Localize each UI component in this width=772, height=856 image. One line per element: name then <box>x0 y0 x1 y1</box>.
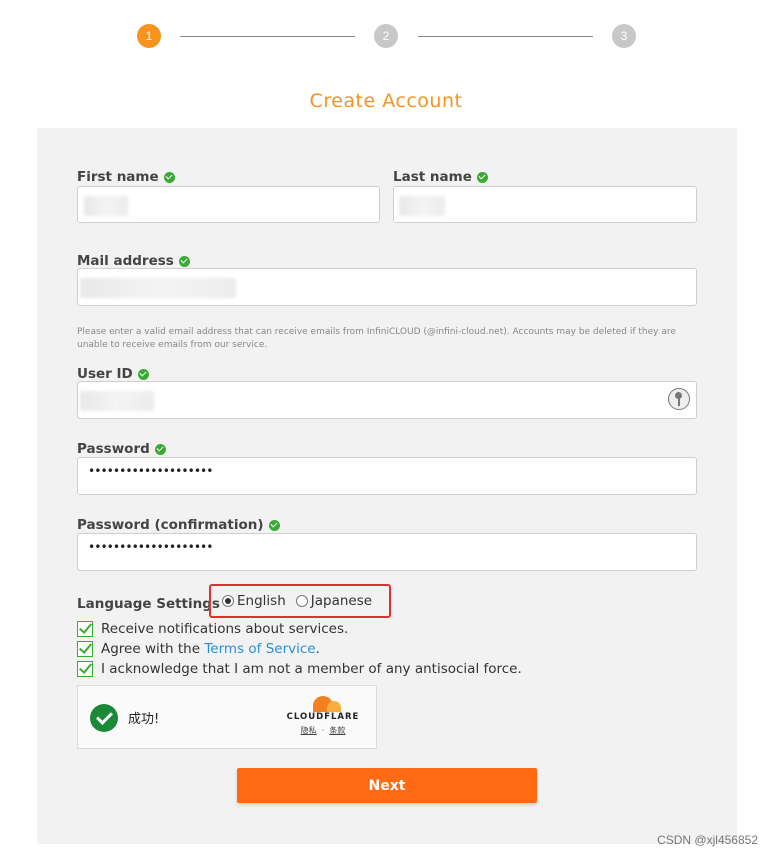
captcha-status: 成功! <box>128 712 160 727</box>
user-id-field[interactable] <box>77 381 697 419</box>
progress-stepper: 1 2 3 <box>0 24 772 48</box>
terms-link[interactable]: 条款 <box>329 726 345 735</box>
user-id-suggest-icon[interactable] <box>668 388 690 410</box>
cloudflare-logo: CLOUDFLARE 隐私 · 条款 <box>283 696 363 744</box>
success-check-icon <box>90 704 118 732</box>
password-confirm-field[interactable]: •••••••••••••••••••• <box>77 533 697 571</box>
redacted-value <box>80 278 236 298</box>
valid-check-icon <box>163 171 175 183</box>
radio-unselected-icon[interactable] <box>295 595 308 607</box>
checkbox-checked-icon[interactable] <box>77 661 93 677</box>
valid-check-icon <box>268 519 280 531</box>
terms-checkbox-row[interactable]: Agree with the Terms of Service. <box>77 640 320 658</box>
language-label: Language Settings <box>77 596 220 612</box>
checkbox-checked-icon[interactable] <box>77 621 93 637</box>
notifications-checkbox-row[interactable]: Receive notifications about services. <box>77 620 348 638</box>
watermark: CSDN @xjl456852 <box>657 833 758 847</box>
terms-of-service-link[interactable]: Terms of Service <box>204 641 315 657</box>
checkbox-checked-icon[interactable] <box>77 641 93 657</box>
last-name-label: Last name <box>393 169 488 185</box>
last-name-field[interactable] <box>393 186 697 223</box>
step-2: 2 <box>374 24 398 48</box>
page-title: Create Account <box>309 90 463 112</box>
radio-selected-icon[interactable] <box>222 595 234 607</box>
step-1: 1 <box>137 24 161 48</box>
language-option-english[interactable]: English <box>222 593 286 609</box>
valid-check-icon <box>178 255 190 267</box>
step-connector <box>418 36 593 37</box>
password-label: Password <box>77 441 166 457</box>
valid-check-icon <box>154 443 166 455</box>
privacy-link[interactable]: 隐私 <box>301 726 317 735</box>
first-name-field[interactable] <box>77 186 380 223</box>
next-button[interactable]: Next <box>237 768 537 803</box>
user-id-label: User ID <box>77 366 149 382</box>
password-masked: •••••••••••••••••••• <box>88 464 213 478</box>
redacted-value <box>80 391 154 411</box>
cloudflare-captcha-widget[interactable]: 成功! CLOUDFLARE 隐私 · 条款 <box>77 685 377 749</box>
mail-hint: Please enter a valid email address that … <box>77 327 676 350</box>
mail-label: Mail address <box>77 253 190 269</box>
redacted-value <box>84 196 128 216</box>
first-name-label: First name <box>77 169 175 185</box>
password-field[interactable]: •••••••••••••••••••• <box>77 457 697 495</box>
language-option-japanese[interactable]: Japanese <box>295 593 372 609</box>
antisocial-checkbox-row[interactable]: I acknowledge that I am not a member of … <box>77 660 522 678</box>
step-3: 3 <box>612 24 636 48</box>
password-confirm-label: Password (confirmation) <box>77 517 280 533</box>
language-radio-group: English Japanese <box>222 593 382 609</box>
language-settings: Language Settings <box>77 594 226 614</box>
valid-check-icon <box>476 171 488 183</box>
password-confirm-masked: •••••••••••••••••••• <box>88 540 213 554</box>
cloud-icon <box>303 696 343 712</box>
step-connector <box>180 36 355 37</box>
redacted-value <box>399 196 445 216</box>
mail-field[interactable] <box>77 268 697 306</box>
valid-check-icon <box>137 368 149 380</box>
